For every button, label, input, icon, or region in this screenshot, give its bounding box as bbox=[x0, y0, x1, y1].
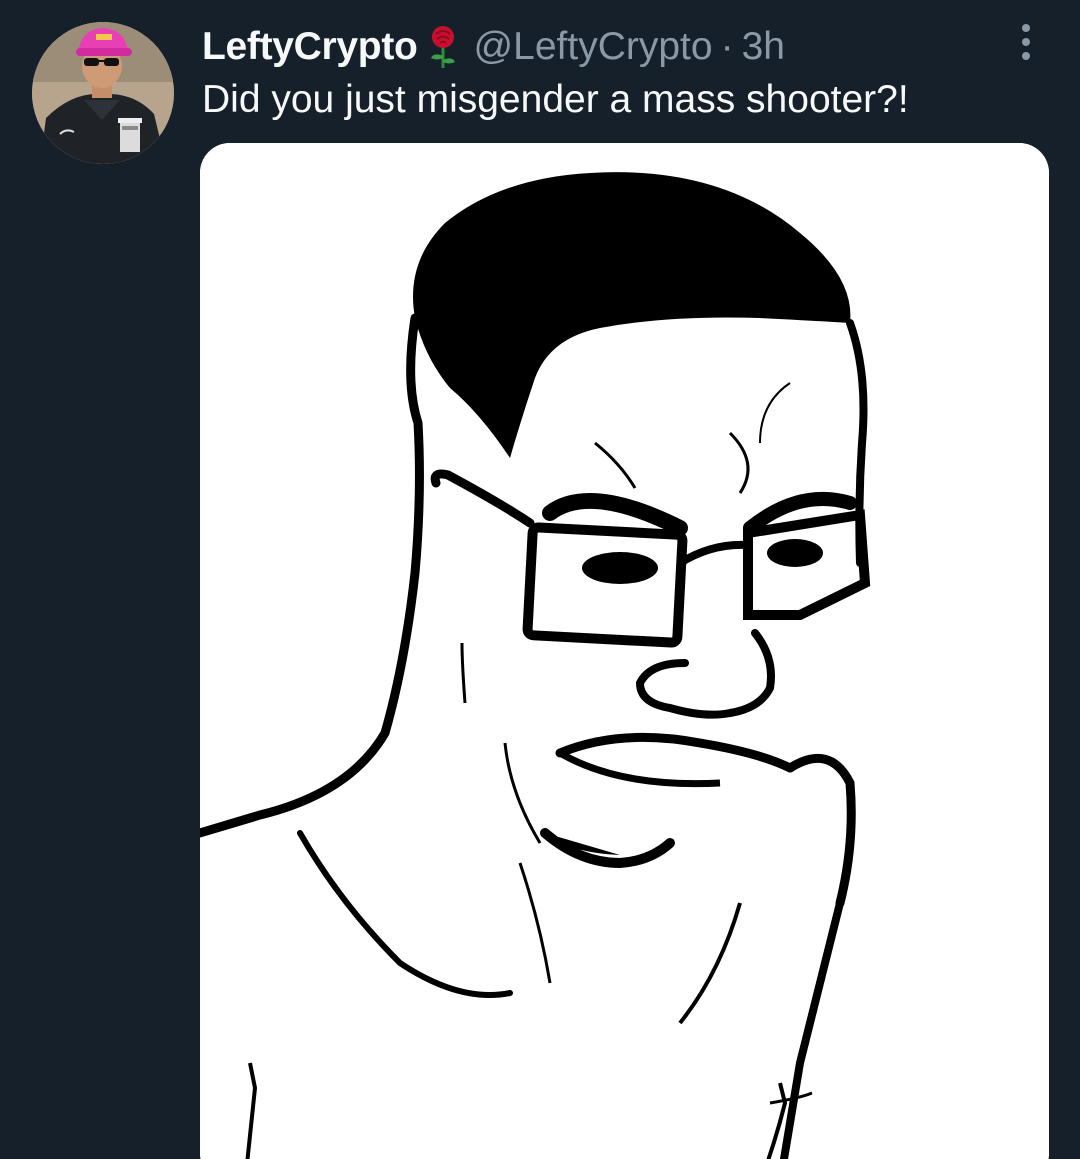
separator-dot: · bbox=[720, 25, 734, 68]
more-vertical-icon[interactable] bbox=[1006, 20, 1046, 64]
avatar-photo bbox=[32, 22, 174, 164]
tweet-text: Did you just misgender a mass shooter?! bbox=[202, 78, 909, 121]
timestamp[interactable]: 3h bbox=[742, 25, 785, 69]
rose-icon bbox=[426, 24, 460, 70]
display-name[interactable]: LeftyCrypto bbox=[202, 25, 418, 69]
tweet[interactable]: LeftyCrypto @LeftyCrypto · 3h Did you ju… bbox=[0, 0, 1080, 1159]
tweet-media-image[interactable] bbox=[200, 143, 1049, 1159]
author-handle[interactable]: @LeftyCrypto bbox=[474, 25, 713, 69]
tweet-header: LeftyCrypto @LeftyCrypto · 3h bbox=[202, 22, 785, 72]
avatar[interactable] bbox=[32, 22, 174, 164]
meme-face-drawing bbox=[200, 143, 1049, 1159]
